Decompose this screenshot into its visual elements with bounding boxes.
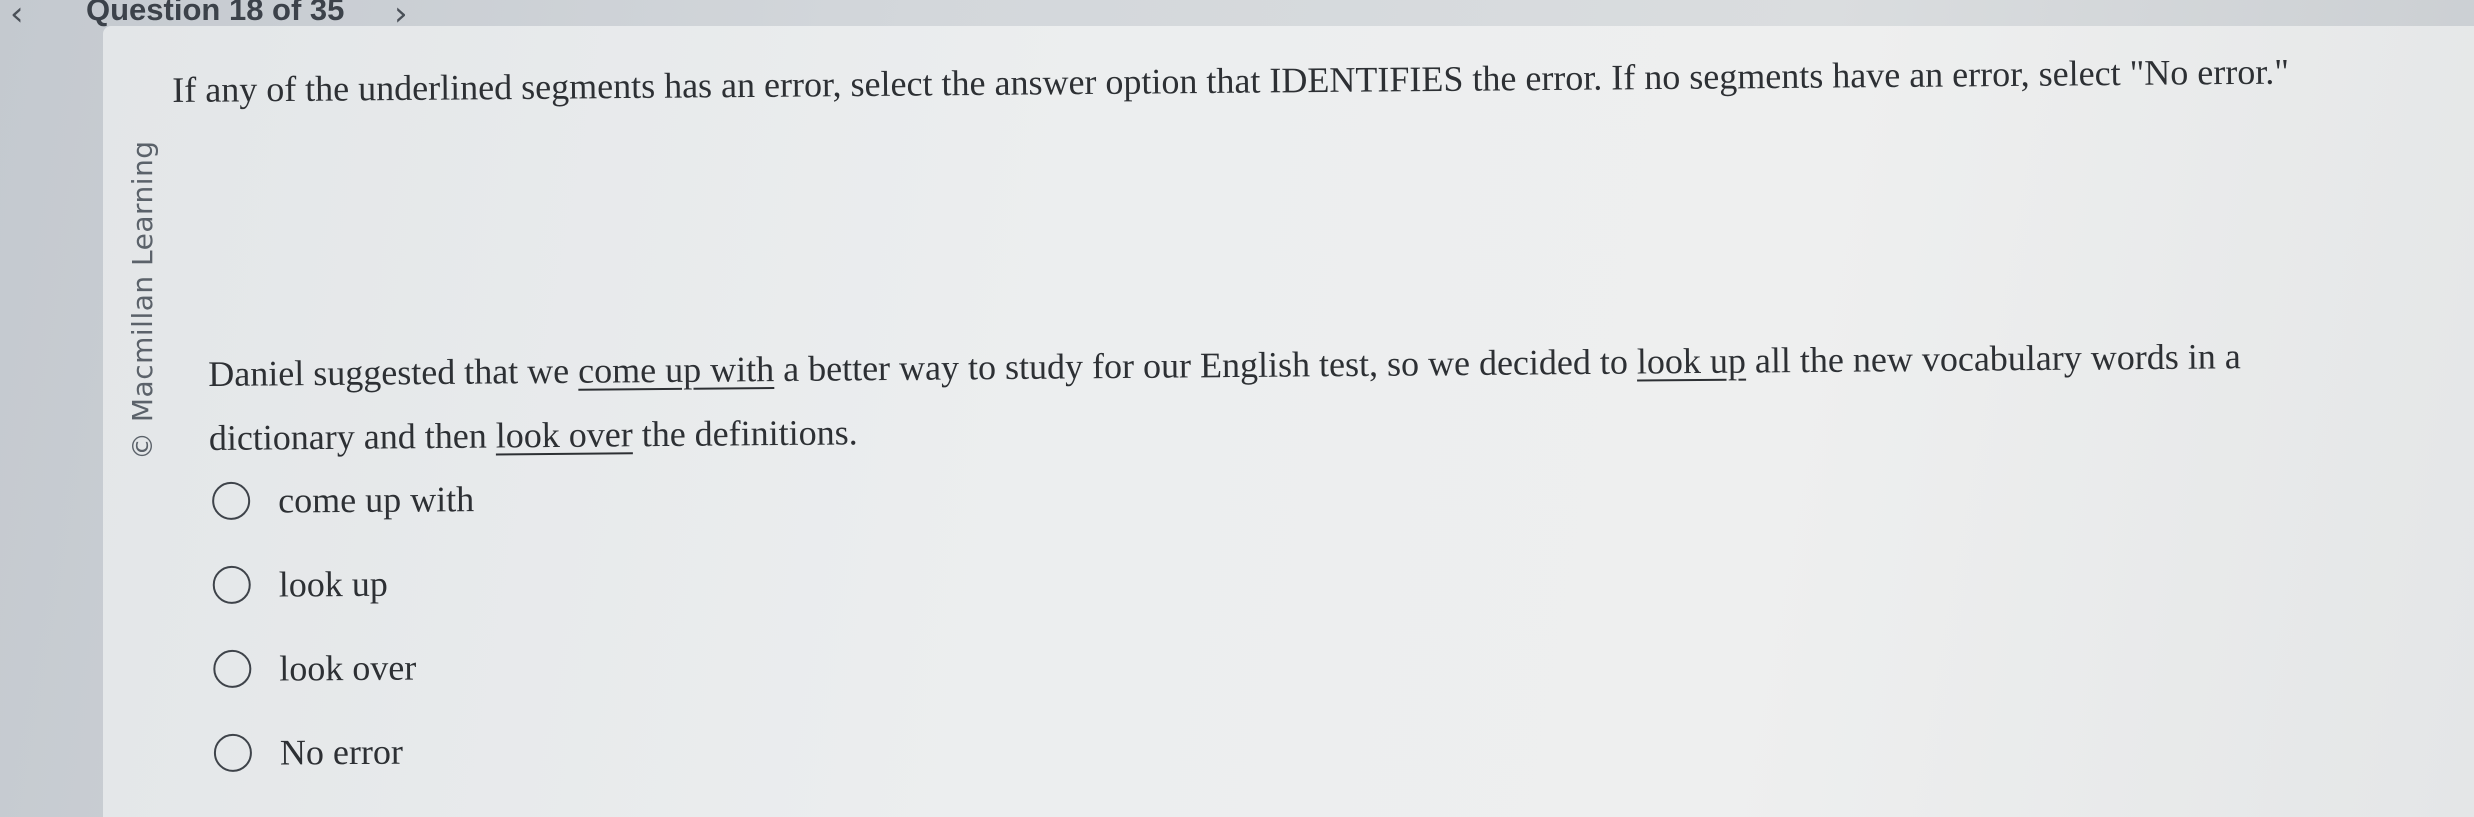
underlined-segment-1: come up with	[577, 349, 775, 391]
answer-option-label: look over	[279, 647, 417, 689]
question-passage: Daniel suggested that we come up with a …	[208, 323, 2369, 470]
answer-option-no-error[interactable]: No error	[213, 729, 404, 776]
answer-option-come-up-with[interactable]: come up with	[212, 476, 474, 524]
answer-option-look-over[interactable]: look over	[213, 645, 416, 692]
answer-option-label: come up with	[278, 479, 475, 521]
chevron-left-icon[interactable]: ‹	[10, 0, 24, 34]
question-counter[interactable]: Question 18 of 35	[86, 0, 344, 28]
underlined-segment-2: look up	[1636, 340, 1747, 382]
underlined-segment-3: look over	[495, 414, 633, 456]
copyright-watermark: © Macmillan Learning	[126, 140, 159, 460]
radio-button[interactable]	[212, 481, 251, 520]
answer-option-look-up[interactable]: look up	[212, 561, 388, 608]
passage-text: a better way to study for our English te…	[773, 341, 1638, 390]
radio-button[interactable]	[212, 565, 251, 604]
radio-button[interactable]	[213, 649, 252, 688]
radio-button[interactable]	[213, 733, 253, 772]
passage-text: the definitions.	[632, 412, 858, 455]
answer-option-label: look up	[278, 563, 388, 605]
answer-option-label: No error	[279, 731, 404, 773]
passage-text: Daniel suggested that we	[208, 350, 579, 394]
